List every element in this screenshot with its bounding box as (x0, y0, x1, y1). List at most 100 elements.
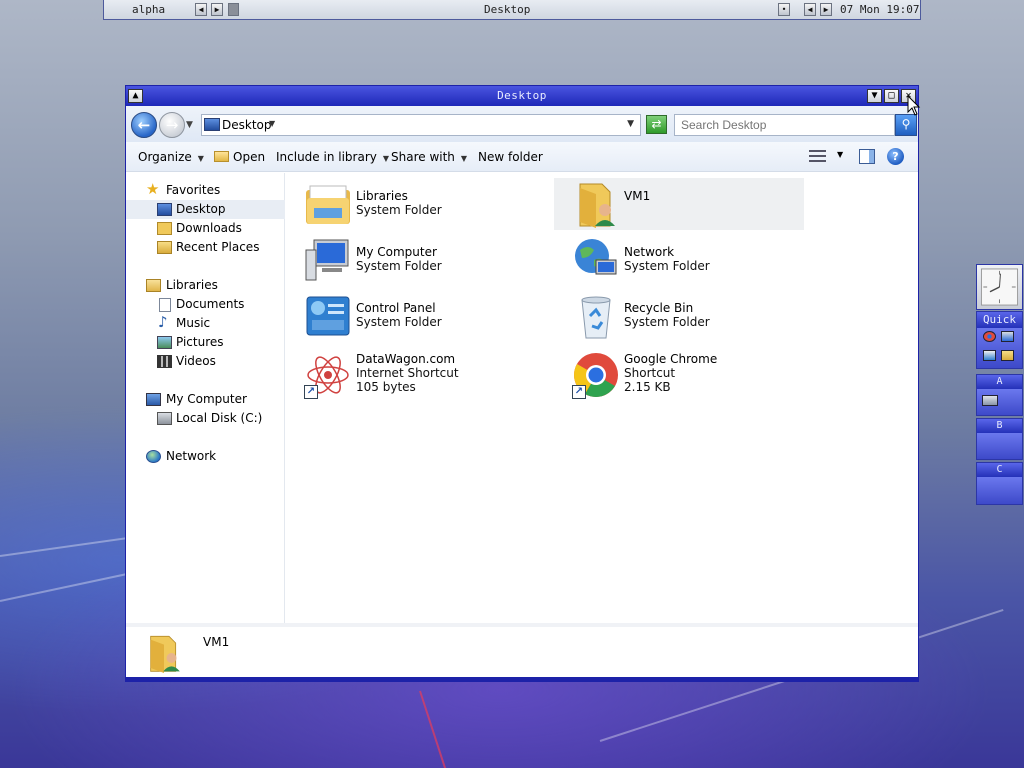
folder-open-icon (214, 151, 229, 162)
back-button[interactable]: ← (131, 112, 157, 138)
minimize-button[interactable]: ▼ (867, 89, 882, 103)
nav-item-local-disk[interactable]: Local Disk (C:) (126, 409, 285, 428)
nav-item-downloads[interactable]: Downloads (126, 219, 285, 238)
view-dropdown-icon[interactable]: ▼ (837, 150, 843, 159)
crumb-arrow-icon[interactable]: ▼ (269, 119, 275, 128)
dock-group-label: C (977, 463, 1022, 477)
item-control-panel[interactable]: Control Panel System Folder (286, 290, 536, 342)
item-datawagon-shortcut[interactable]: ↗ DataWagon.com Internet Shortcut 105 by… (286, 346, 536, 404)
chrome-icon: ↗ (572, 351, 620, 399)
item-name: Network (624, 245, 675, 259)
item-google-chrome-shortcut[interactable]: ↗ Google Chrome Shortcut 2.15 KB (554, 346, 804, 404)
address-bar[interactable]: Desktop ▼ ▼ (201, 114, 641, 136)
panel-menu-button[interactable]: • (778, 3, 790, 16)
help-icon[interactable]: ? (887, 148, 904, 165)
share-with-label: Share with (391, 150, 455, 164)
file-list: Libraries System Folder VM1 My Computer … (286, 173, 918, 623)
include-in-library-button[interactable]: Include in library ▼ (276, 150, 389, 164)
nav-item-recent-places[interactable]: Recent Places (126, 238, 285, 257)
nav-item-desktop[interactable]: Desktop (126, 200, 285, 219)
search-icon[interactable]: ⚲ (895, 114, 917, 136)
preview-pane-icon[interactable] (859, 149, 875, 164)
forward-button[interactable]: → (159, 112, 185, 138)
nav-item-label: Downloads (176, 221, 242, 235)
nav-item-label: Pictures (176, 335, 224, 349)
right-dock: Quick A B C (976, 264, 1023, 506)
nav-item-videos[interactable]: Videos (126, 352, 285, 371)
nav-libraries[interactable]: Libraries (146, 276, 285, 295)
nav-favorites-label: Favorites (166, 183, 221, 197)
computer-icon (305, 239, 349, 281)
item-name: Control Panel (356, 301, 436, 315)
dock-quick-label: Quick (977, 312, 1022, 328)
nav-item-label: Videos (176, 354, 216, 368)
organize-label: Organize (138, 150, 192, 164)
nav-my-computer[interactable]: My Computer (146, 390, 285, 409)
open-button[interactable]: Open (214, 150, 265, 164)
navigation-bar: ← → ▼ Desktop ▼ ▼ ⇄ ⚲ (126, 106, 918, 142)
item-name: Google Chrome (624, 352, 718, 366)
search-input[interactable] (674, 114, 895, 136)
new-folder-button[interactable]: New folder (478, 150, 543, 164)
window-list-icon[interactable] (228, 3, 239, 16)
window-title: Desktop (497, 89, 547, 102)
item-recycle-bin[interactable]: Recycle Bin System Folder (554, 290, 804, 342)
prev-window-button[interactable]: ◀ (804, 3, 816, 16)
disk-drive-icon (157, 412, 172, 425)
nav-item-pictures[interactable]: Pictures (126, 333, 285, 352)
item-type: System Folder (356, 259, 442, 273)
share-with-button[interactable]: Share with ▼ (391, 150, 467, 164)
view-options-icon[interactable] (809, 149, 826, 164)
network-icon (575, 239, 617, 275)
refresh-button[interactable]: ⇄ (646, 115, 667, 134)
item-libraries[interactable]: Libraries System Folder (286, 178, 536, 230)
item-vm1[interactable]: VM1 (554, 178, 804, 230)
details-item-name: VM1 (203, 635, 230, 649)
dock-group-c[interactable]: C (976, 462, 1023, 505)
nav-libraries-label: Libraries (166, 278, 218, 292)
shortcut-arrow-icon: ↗ (304, 385, 318, 399)
network-icon (146, 450, 161, 463)
item-name: VM1 (624, 189, 651, 203)
maximize-button[interactable]: □ (884, 89, 899, 103)
window-thumbnail-icon[interactable] (982, 395, 998, 406)
active-window-title[interactable]: Desktop (484, 3, 530, 16)
title-bar[interactable]: ▲ Desktop ▼ □ ✕ (126, 86, 918, 106)
organize-button[interactable]: Organize ▼ (138, 150, 204, 164)
chevron-down-icon: ▼ (382, 154, 390, 163)
nav-item-documents[interactable]: Documents (126, 295, 285, 314)
item-type: Shortcut (624, 366, 676, 380)
explorer-window: ▲ Desktop ▼ □ ✕ ← → ▼ Desktop ▼ ▼ ⇄ ⚲ Or… (125, 85, 919, 682)
chevron-down-icon: ▼ (197, 154, 204, 163)
star-icon: ★ (146, 180, 160, 198)
prev-workspace-button[interactable]: ◀ (195, 3, 207, 16)
dock-group-a[interactable]: A (976, 374, 1023, 416)
command-bar: Organize ▼ Open Include in library ▼ Share… (126, 142, 918, 172)
chrome-icon[interactable] (983, 331, 996, 342)
videos-icon (157, 355, 172, 368)
next-window-button[interactable]: ▶ (820, 3, 832, 16)
dock-clock[interactable] (976, 264, 1023, 310)
music-note-icon: ♪ (158, 313, 168, 331)
address-dropdown-icon[interactable]: ▼ (627, 119, 634, 129)
nav-favorites[interactable]: ★ Favorites (146, 181, 285, 200)
nav-item-label: Music (176, 316, 211, 330)
computer-icon (146, 393, 161, 406)
nav-item-music[interactable]: ♪ Music (126, 314, 285, 333)
item-type: System Folder (624, 259, 710, 273)
item-network[interactable]: Network System Folder (554, 234, 804, 286)
panel-clock[interactable]: 07 Mon 19:07 (840, 3, 919, 16)
top-panel: alpha ◀ ▶ Desktop • ◀ ▶ 07 Mon 19:07 (103, 0, 921, 20)
control-panel-icon (306, 296, 350, 336)
history-dropdown-icon[interactable]: ▼ (186, 120, 193, 130)
control-panel-icon[interactable] (983, 350, 996, 361)
next-workspace-button[interactable]: ▶ (211, 3, 223, 16)
nav-network[interactable]: Network (146, 447, 285, 466)
user-folder-icon[interactable] (1001, 350, 1014, 361)
computer-icon[interactable] (1001, 331, 1014, 342)
dock-quick-launch: Quick (976, 311, 1023, 369)
item-my-computer[interactable]: My Computer System Folder (286, 234, 536, 286)
address-crumb-desktop[interactable]: Desktop (222, 118, 272, 132)
dock-group-b[interactable]: B (976, 418, 1023, 460)
workspace-label[interactable]: alpha (132, 3, 165, 16)
